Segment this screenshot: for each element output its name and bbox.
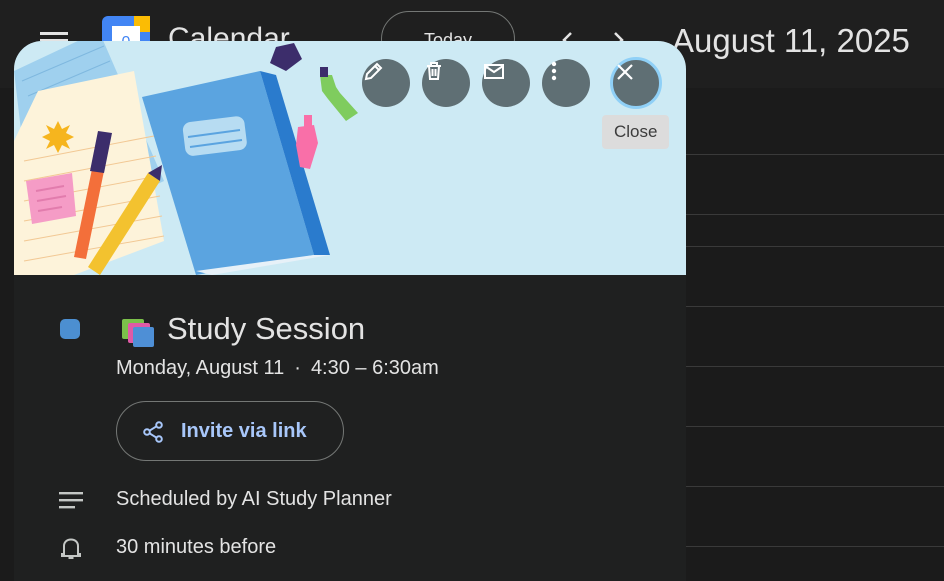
date-title: August 11, 2025 <box>672 22 910 59</box>
notes-icon <box>59 492 83 509</box>
event-reminder: 30 minutes before <box>116 536 277 558</box>
share-icon <box>143 421 163 443</box>
close-button[interactable] <box>610 57 662 109</box>
event-separator: · <box>294 357 301 379</box>
more-vert-icon <box>551 61 557 81</box>
event-time: 4:30 – 6:30am <box>310 357 439 379</box>
edit-button[interactable] <box>362 59 410 107</box>
grid-line <box>686 306 944 307</box>
event-description: Scheduled by AI Study Planner <box>116 488 392 510</box>
books-icon <box>122 319 154 347</box>
invite-label: Invite via link <box>181 420 307 442</box>
event-date: Monday, August 11 <box>116 357 285 379</box>
event-datetime: Monday, August 11 · 4:30 – 6:30am <box>116 357 439 380</box>
delete-button[interactable] <box>422 59 470 107</box>
event-color-indicator <box>60 319 80 339</box>
close-tooltip: Close <box>602 115 670 149</box>
grid-line <box>686 246 944 247</box>
close-icon <box>617 64 633 80</box>
grid-line <box>686 426 944 427</box>
grid-line <box>686 214 944 215</box>
event-banner-illustration: Close <box>14 41 686 275</box>
grid-line <box>686 546 944 547</box>
grid-line <box>686 486 944 487</box>
trash-icon <box>427 62 441 80</box>
bell-icon <box>61 538 81 559</box>
event-title: Study Session <box>167 311 366 346</box>
mail-icon <box>484 64 504 79</box>
grid-line <box>686 154 944 155</box>
event-details-popup: Close Study Session Monday, August 11 · 4:… <box>14 41 686 581</box>
email-guests-button[interactable] <box>482 59 530 107</box>
pencil-icon <box>364 62 383 81</box>
invite-via-link-button[interactable]: Invite via link <box>116 401 344 461</box>
grid-line <box>686 366 944 367</box>
more-options-button[interactable] <box>542 59 590 107</box>
